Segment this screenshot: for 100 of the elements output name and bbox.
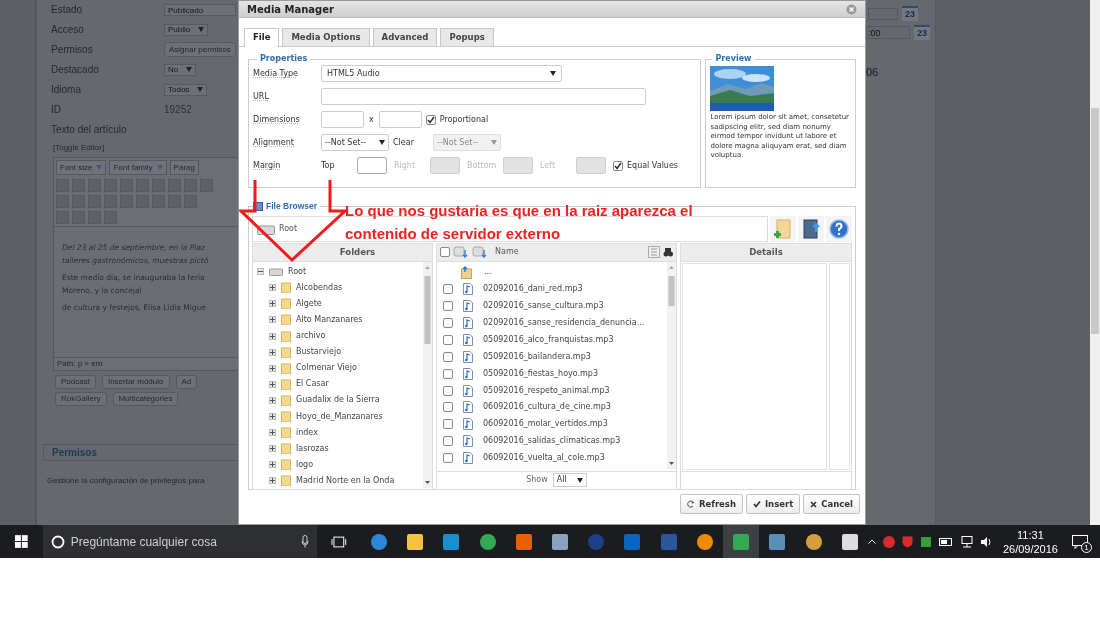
task-view-icon[interactable] (331, 535, 347, 548)
tree-item[interactable]: Bustarviejo (296, 346, 342, 359)
dialog-tab[interactable]: Advanced (372, 28, 438, 46)
checkbox[interactable] (443, 301, 453, 312)
expander-icon[interactable] (269, 332, 276, 340)
tree-item[interactable]: Alcobendas (296, 281, 343, 294)
file-name[interactable]: 06092016_cultura_de_cine.mp3 (483, 401, 611, 414)
expander-icon[interactable] (269, 364, 276, 372)
clock-time[interactable]: 11:31 (1017, 527, 1044, 542)
checkbox[interactable] (443, 317, 453, 328)
checkbox[interactable] (443, 385, 453, 396)
audio-file-icon (463, 350, 473, 363)
expander-icon[interactable] (269, 461, 276, 469)
checkbox[interactable] (443, 368, 453, 379)
select-field[interactable]: No (164, 63, 197, 76)
checkbox[interactable] (443, 334, 453, 345)
height-field[interactable] (378, 111, 422, 128)
show-select[interactable]: All (552, 473, 587, 488)
notifications-icon[interactable] (1071, 534, 1088, 549)
binoculars-icon[interactable] (663, 246, 673, 259)
width-field[interactable] (321, 111, 364, 128)
checkbox[interactable] (443, 436, 453, 447)
windows-icon[interactable] (15, 535, 28, 548)
dialog-button[interactable]: Insert (745, 494, 801, 514)
app-icon[interactable] (695, 532, 714, 551)
help-icon[interactable] (826, 215, 852, 242)
file-name[interactable]: 02092016_dani_red.mp3 (483, 283, 583, 296)
app-icon[interactable] (804, 532, 823, 551)
checkbox[interactable] (443, 402, 453, 413)
margin-field[interactable] (357, 157, 387, 174)
dialog-button[interactable]: Refresh (679, 494, 743, 514)
parent-entry[interactable]: ... (484, 266, 492, 279)
sort-icon[interactable] (472, 246, 488, 259)
file-name[interactable]: 02092016_sanse_residencia_denuncia... (483, 316, 645, 329)
app-icon[interactable] (840, 532, 859, 551)
tree-item[interactable]: Colmenar Viejo (296, 362, 357, 375)
tray-icons-drawing[interactable] (867, 535, 993, 548)
checkbox[interactable] (443, 284, 453, 295)
tree-item[interactable]: Root (288, 265, 307, 278)
dialog-button[interactable]: Cancel (803, 494, 860, 514)
expander-icon[interactable] (269, 348, 276, 356)
expander-icon[interactable] (269, 316, 276, 324)
dialog-tab[interactable]: Media Options (282, 28, 370, 46)
url-field[interactable] (321, 88, 646, 105)
show-label: Show (526, 474, 548, 487)
tree-item[interactable]: Guadalix de la Sierra (296, 394, 380, 407)
expander-icon[interactable] (269, 300, 276, 308)
expander-icon[interactable] (257, 268, 264, 276)
tree-item[interactable]: El Casar (296, 378, 329, 391)
app-icon[interactable] (478, 532, 497, 551)
select-field[interactable]: Todos (164, 83, 208, 96)
scrollbar[interactable] (667, 261, 676, 469)
expander-icon[interactable] (269, 396, 276, 404)
dialog-tab[interactable]: File (244, 28, 280, 47)
tree-item[interactable]: index (296, 426, 318, 439)
file-name[interactable]: 06092016_vuelta_al_cole.mp3 (483, 452, 605, 465)
page-scrollbar[interactable] (1090, 0, 1100, 525)
sort-icon[interactable] (453, 246, 469, 259)
media-type-select[interactable]: HTML5 Audio (321, 65, 562, 82)
close-icon[interactable] (846, 3, 857, 15)
tree-item[interactable]: Madrid Norte en la Onda (296, 474, 395, 487)
folder-icon (281, 394, 291, 406)
tree-item[interactable]: archivo (296, 330, 326, 343)
expander-icon[interactable] (269, 413, 276, 421)
expander-icon[interactable] (269, 429, 276, 437)
checkbox[interactable] (613, 160, 623, 171)
select-field[interactable]: Publio (164, 23, 209, 36)
expander-icon[interactable] (269, 284, 276, 292)
clock-date[interactable]: 26/09/2016 (1002, 541, 1058, 556)
tree-item[interactable]: Alto Manzanares (296, 314, 363, 326)
scrollbar[interactable] (423, 261, 432, 488)
text-field[interactable]: Publicado (164, 3, 236, 16)
file-name[interactable]: 06092016_molar_vertidos.mp3 (483, 418, 608, 431)
file-name[interactable]: 05092016_fiestas_hoyo.mp3 (483, 367, 598, 380)
file-name[interactable]: 05092016_bailandera.mp3 (483, 350, 591, 363)
app-icon[interactable] (551, 532, 570, 551)
app-icon[interactable] (406, 532, 425, 551)
microphone-icon[interactable] (301, 535, 310, 548)
checkbox[interactable] (443, 351, 453, 362)
alignment-select[interactable]: --Not Set-- (321, 134, 389, 151)
checkbox[interactable] (440, 247, 450, 258)
tree-item[interactable]: Algete (296, 297, 322, 310)
breadcrumb-item[interactable]: Root (279, 222, 298, 235)
tree-item[interactable]: Hoyo_de_Manzanares (296, 410, 383, 423)
checkbox[interactable] (425, 114, 436, 125)
checkbox[interactable] (443, 419, 453, 430)
new-folder-icon[interactable] (770, 215, 796, 242)
search-field[interactable]: Pregúntame cualquier cosa (42, 525, 318, 558)
upload-icon[interactable] (798, 215, 824, 242)
tree-item[interactable]: logo (296, 458, 314, 471)
checkbox[interactable] (443, 453, 453, 464)
expander-icon[interactable] (269, 477, 276, 485)
expander-icon[interactable] (269, 380, 276, 388)
dialog-tab[interactable]: Popups (440, 28, 494, 46)
file-name[interactable]: 02092016_sanse_cultura.mp3 (483, 300, 604, 313)
tree-item[interactable]: lasrozas (296, 442, 329, 455)
file-name[interactable]: 05092016_alco_franquistas.mp3 (483, 333, 614, 346)
file-name[interactable]: 06092016_salidas_climaticas.mp3 (483, 435, 621, 448)
file-name[interactable]: 05092016_respeto_animal.mp3 (483, 384, 610, 397)
expander-icon[interactable] (269, 445, 276, 453)
